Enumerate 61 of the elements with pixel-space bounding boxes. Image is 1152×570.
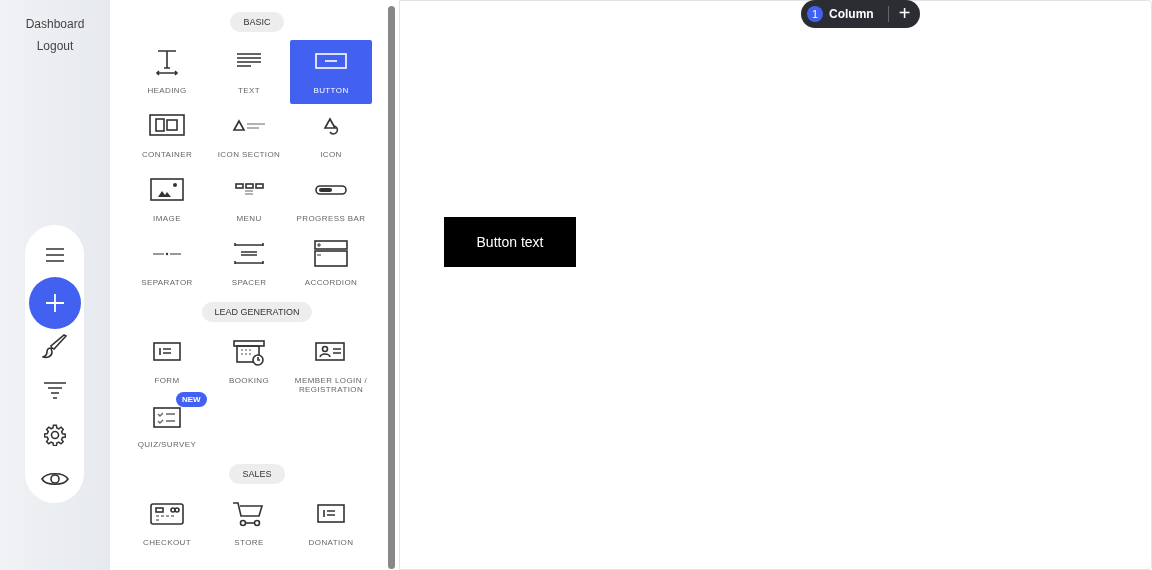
element-label: HEADING <box>146 86 188 95</box>
settings-icon <box>43 424 66 446</box>
element-label: DONATION <box>307 538 355 547</box>
element-tile[interactable]: TEXT <box>208 40 290 104</box>
element-tile[interactable]: BOOKING <box>208 330 290 394</box>
element-label: ACCORDION <box>303 278 359 287</box>
element-tile[interactable]: BUTTON <box>290 40 372 104</box>
menu-icon <box>44 248 65 262</box>
section-label: LEAD GENERATION <box>201 302 313 322</box>
accordion-icon <box>313 240 349 268</box>
element-tile[interactable]: SEPARATOR <box>126 232 208 296</box>
scrollbar[interactable] <box>388 6 395 569</box>
element-label: CONTAINER <box>140 150 194 159</box>
sidebar-link[interactable]: Dashboard <box>25 17 85 31</box>
brush-icon <box>41 334 68 360</box>
element-tile[interactable]: DONATION <box>290 492 372 556</box>
sidebar-link[interactable]: Logout <box>36 39 74 53</box>
element-tile[interactable]: STORE <box>208 492 290 556</box>
filter-icon <box>42 382 67 400</box>
element-tile[interactable]: NEW QUIZ/SURVEY <box>126 394 208 458</box>
section-label: SALES <box>229 464 285 484</box>
add-tool-button[interactable] <box>28 277 81 329</box>
element-label: MEMBER LOGIN / REGISTRATION <box>293 376 369 394</box>
add-column-button[interactable]: + <box>892 1 913 27</box>
column-label: Column <box>829 7 874 21</box>
element-label: IMAGE <box>152 214 182 223</box>
element-tile[interactable]: FORM <box>126 330 208 394</box>
element-label: FORM <box>153 376 181 385</box>
element-tile[interactable]: ACCORDION <box>290 232 372 296</box>
element-label: ICON <box>319 150 343 159</box>
element-tile[interactable]: MENU <box>208 168 290 232</box>
element-tile[interactable]: SPACER <box>208 232 290 296</box>
payment-card-icon <box>149 500 185 528</box>
column-count-badge: 1 <box>807 6 823 22</box>
element-label: CHECKOUT <box>141 538 193 547</box>
element-label: ICON SECTION <box>216 150 282 159</box>
new-badge: NEW <box>176 392 207 407</box>
element-tile[interactable]: PROGRESS BAR <box>290 168 372 232</box>
element-label: BUTTON <box>312 86 350 95</box>
element-tile[interactable]: ICON <box>290 104 372 168</box>
separator-icon <box>153 252 181 256</box>
element-label: STORE <box>233 538 265 547</box>
element-tile[interactable]: ICON SECTION <box>208 104 290 168</box>
eye-icon <box>40 470 69 488</box>
element-label: QUIZ/SURVEY <box>136 440 198 449</box>
element-tile[interactable]: CONTAINER <box>126 104 208 168</box>
section-label: BASIC <box>230 12 284 32</box>
element-label: MENU <box>235 214 263 223</box>
element-label: SPACER <box>230 278 268 287</box>
element-tile[interactable]: MEMBER LOGIN / REGISTRATION <box>290 330 372 394</box>
element-label: TEXT <box>236 86 261 95</box>
button-element[interactable]: Button text <box>444 217 576 267</box>
calendar-clock-icon <box>231 338 267 366</box>
element-tile[interactable]: IMAGE <box>126 168 208 232</box>
element-label: BOOKING <box>227 376 271 385</box>
add-icon <box>44 293 65 313</box>
image-icon <box>149 176 185 204</box>
element-label: SEPARATOR <box>140 278 194 287</box>
element-tile[interactable]: HEADING <box>126 40 208 104</box>
element-label: PROGRESS BAR <box>295 214 367 223</box>
element-tile[interactable]: CHECKOUT <box>126 492 208 556</box>
